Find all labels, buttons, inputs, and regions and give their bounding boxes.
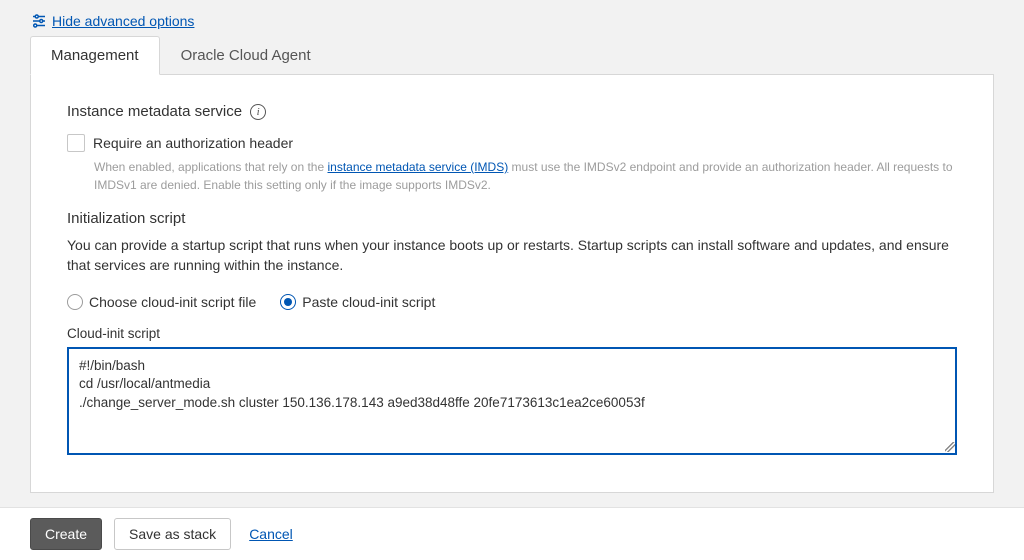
tab-oracle-cloud-agent[interactable]: Oracle Cloud Agent	[160, 36, 332, 74]
save-as-stack-button[interactable]: Save as stack	[114, 518, 231, 550]
imds-link[interactable]: instance metadata service (IMDS)	[327, 160, 508, 174]
metadata-section-title: Instance metadata service i	[67, 103, 266, 120]
hide-advanced-options-link[interactable]: Hide advanced options	[30, 12, 194, 30]
radio-choose-file[interactable]: Choose cloud-init script file	[67, 294, 256, 310]
require-auth-header-label: Require an authorization header	[93, 134, 293, 151]
management-panel: Instance metadata service i Require an a…	[30, 75, 994, 493]
help-pre: When enabled, applications that rely on …	[94, 160, 327, 174]
cloud-init-script-label: Cloud-init script	[67, 326, 957, 341]
tab-management[interactable]: Management	[30, 36, 160, 75]
script-source-radio-group: Choose cloud-init script file Paste clou…	[67, 294, 957, 310]
require-auth-header-row: Require an authorization header	[67, 134, 957, 152]
radio-paste-script-label: Paste cloud-init script	[302, 294, 435, 310]
hide-advanced-options-label: Hide advanced options	[52, 13, 194, 29]
tabs: Management Oracle Cloud Agent	[30, 36, 994, 75]
tab-management-label: Management	[51, 47, 139, 64]
cloud-init-script-textarea[interactable]	[67, 347, 957, 455]
radio-choose-file-label: Choose cloud-init script file	[89, 294, 256, 310]
radio-choose-file-control	[67, 294, 83, 310]
footer: Create Save as stack Cancel	[0, 507, 1024, 560]
radio-paste-script[interactable]: Paste cloud-init script	[280, 294, 435, 310]
sliders-icon	[30, 12, 48, 30]
create-button[interactable]: Create	[30, 518, 102, 550]
radio-paste-script-control	[280, 294, 296, 310]
cancel-link[interactable]: Cancel	[243, 526, 293, 542]
tab-oracle-cloud-agent-label: Oracle Cloud Agent	[181, 47, 311, 64]
info-icon[interactable]: i	[250, 104, 266, 120]
metadata-title-text: Instance metadata service	[67, 103, 242, 120]
init-script-title: Initialization script	[67, 210, 957, 227]
init-script-description: You can provide a startup script that ru…	[67, 235, 957, 276]
require-auth-header-checkbox[interactable]	[67, 134, 85, 152]
require-auth-header-help: When enabled, applications that rely on …	[94, 158, 957, 194]
